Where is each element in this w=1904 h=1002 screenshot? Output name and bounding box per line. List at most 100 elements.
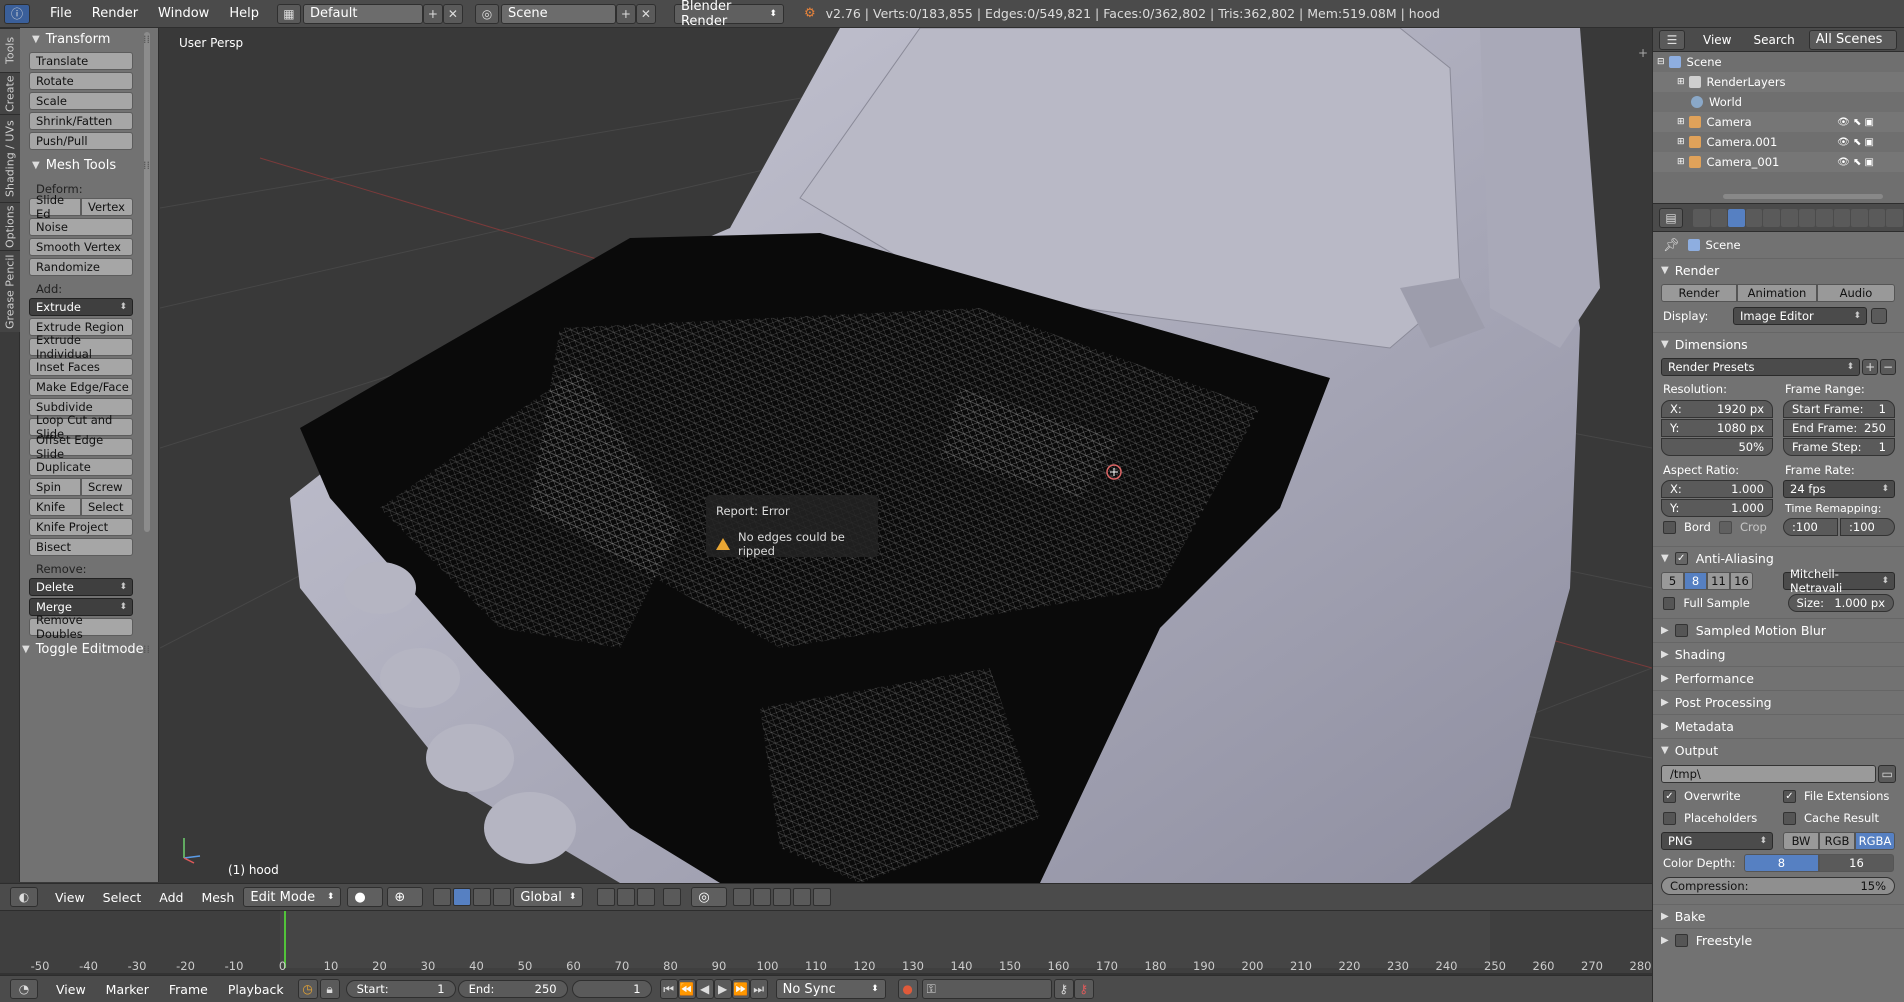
pivot-select[interactable]: ⊕ xyxy=(387,887,424,907)
knife-select-button[interactable]: Select xyxy=(81,498,133,516)
vertex-select-icon[interactable] xyxy=(597,888,616,906)
aa-samples-5[interactable]: 5 xyxy=(1661,572,1684,590)
remove-scene-icon[interactable]: ✕ xyxy=(635,3,656,24)
color-depth-16[interactable]: 16 xyxy=(1818,854,1894,872)
insert-keyframe-icon[interactable]: ⚷ xyxy=(1053,979,1074,999)
edge-select-icon[interactable] xyxy=(617,888,636,906)
material-tab-icon[interactable] xyxy=(1833,208,1851,227)
menu-mesh[interactable]: Mesh xyxy=(192,890,243,905)
toggle-editmode-panel-header[interactable]: ▼ Toggle Editmode ⁞⁞ xyxy=(20,638,150,660)
bisect-button[interactable]: Bisect xyxy=(29,538,133,556)
remove-layout-icon[interactable]: ✕ xyxy=(442,3,463,24)
snap-icon[interactable] xyxy=(733,888,752,906)
jump-start-icon[interactable]: ⏮ xyxy=(659,979,678,999)
delete-keyframe-icon[interactable]: ⚷ xyxy=(1073,979,1094,999)
frame-step-prop[interactable]: Frame Step: 1 xyxy=(1783,438,1895,456)
keying-set-field[interactable]: ⚿ xyxy=(921,979,1052,999)
aa-filter-select[interactable]: Mitchell-Netravali xyxy=(1783,567,1895,595)
outliner-row-camera-001[interactable]: ⊞ Camera.001 👁︎ ⬉ ▣ xyxy=(1653,132,1904,152)
visibility-eye-icon[interactable]: 👁︎ ⬉ ▣ xyxy=(1837,117,1874,128)
aa-samples-8[interactable]: 8 xyxy=(1684,572,1707,590)
snap-target-icon[interactable] xyxy=(773,888,792,906)
crop-checkbox[interactable] xyxy=(1719,520,1732,534)
push-pull-button[interactable]: Push/Pull xyxy=(29,132,133,150)
performance-section-header[interactable]: ▶ Performance xyxy=(1653,666,1904,690)
render-animation-icon[interactable] xyxy=(813,888,832,906)
add-layout-icon[interactable]: + xyxy=(422,3,443,24)
knife-project-button[interactable]: Knife Project xyxy=(29,518,133,536)
render-presets-select[interactable]: Render Presets xyxy=(1661,358,1861,376)
scale-button[interactable]: Scale xyxy=(29,92,133,110)
frame-rate-select[interactable]: 24 fps xyxy=(1783,480,1895,498)
outliner-view-menu[interactable]: View xyxy=(1703,33,1731,47)
outliner-scrollbar[interactable] xyxy=(1723,194,1883,199)
anti-aliasing-checkbox[interactable]: ✓ xyxy=(1674,552,1688,565)
outliner-display-mode[interactable]: All Scenes xyxy=(1808,29,1897,50)
rotate-button[interactable]: Rotate xyxy=(29,72,133,90)
grip-icon[interactable]: ⁞⁞ xyxy=(143,643,150,656)
play-icon[interactable]: ▶ xyxy=(713,979,732,999)
color-rgba-button[interactable]: RGBA xyxy=(1855,832,1895,850)
record-icon[interactable]: ● xyxy=(897,979,918,999)
slide-vertex-button[interactable]: Vertex xyxy=(81,198,133,216)
render-button[interactable]: Render xyxy=(1661,284,1737,302)
data-tab-icon[interactable] xyxy=(1816,208,1833,227)
file-format-select[interactable]: PNG xyxy=(1661,832,1773,850)
start-frame-prop[interactable]: Start Frame: 1 xyxy=(1783,400,1895,418)
remove-preset-icon[interactable]: − xyxy=(1880,359,1896,375)
menu-playback[interactable]: Playback xyxy=(218,982,294,997)
tab-options[interactable]: Options xyxy=(0,202,20,250)
grip-icon[interactable]: ⁞⁞ xyxy=(143,33,150,46)
face-select-icon[interactable] xyxy=(637,888,656,906)
animation-button[interactable]: Animation xyxy=(1737,284,1817,302)
border-checkbox[interactable] xyxy=(1663,520,1676,534)
render-icon[interactable] xyxy=(793,888,812,906)
extrude-menu[interactable]: Extrude xyxy=(29,298,133,316)
mode-select[interactable]: Edit Mode ⬍ xyxy=(243,887,342,907)
info-editor-icon[interactable]: ⓘ xyxy=(4,3,30,24)
add-scene-icon[interactable]: + xyxy=(615,3,636,24)
scale-manipulator-icon[interactable] xyxy=(493,888,512,906)
motion-blur-checkbox[interactable] xyxy=(1674,624,1688,637)
color-bw-button[interactable]: BW xyxy=(1783,832,1819,850)
physics-tab-icon[interactable] xyxy=(1886,208,1904,227)
menu-select[interactable]: Select xyxy=(94,890,151,905)
screw-button[interactable]: Screw xyxy=(81,478,133,496)
play-reverse-icon[interactable]: ◀ xyxy=(695,979,714,999)
lock-icon[interactable]: 🔒︎ xyxy=(319,979,340,999)
full-sample-checkbox[interactable] xyxy=(1663,596,1676,610)
scene-select[interactable]: Scene xyxy=(500,3,616,24)
outliner-row-camera-001b[interactable]: ⊞ Camera_001 👁︎ ⬉ ▣ xyxy=(1653,152,1904,172)
filter-size-field[interactable]: Size: 1.000 px xyxy=(1787,594,1894,612)
pin-icon[interactable]: 📌︎ xyxy=(1663,238,1680,253)
editor-type-icon[interactable]: ◐ xyxy=(10,887,38,907)
texture-tab-icon[interactable] xyxy=(1851,208,1868,227)
visibility-eye-icon[interactable]: 👁︎ ⬉ ▣ xyxy=(1837,157,1874,168)
mesh-tools-panel-header[interactable]: ▼ Mesh Tools ⁞⁞ xyxy=(20,154,158,176)
resolution-x-field[interactable]: X: 1920 px xyxy=(1661,400,1773,418)
motion-blur-section-header[interactable]: ▶ Sampled Motion Blur xyxy=(1653,618,1904,642)
layout-icon[interactable]: ▦ xyxy=(276,3,301,24)
timeline-editor-icon[interactable]: ◔ xyxy=(10,979,38,999)
display-select[interactable]: Image Editor xyxy=(1733,307,1867,325)
render-tab-icon[interactable] xyxy=(1693,208,1710,227)
orientation-select[interactable]: Global ⬍ xyxy=(513,887,584,907)
resolution-y-field[interactable]: Y: 1080 px xyxy=(1661,419,1773,437)
aa-samples-16[interactable]: 16 xyxy=(1730,572,1753,590)
region-expand-icon[interactable]: + xyxy=(1638,46,1648,60)
outliner-row-camera[interactable]: ⊞ Camera 👁︎ ⬉ ▣ xyxy=(1653,112,1904,132)
metadata-section-header[interactable]: ▶ Metadata xyxy=(1653,714,1904,738)
rotate-manipulator-icon[interactable] xyxy=(473,888,492,906)
scene-icon[interactable]: ◎ xyxy=(474,3,499,24)
dimensions-section-header[interactable]: ▼ Dimensions xyxy=(1653,332,1904,356)
object-tab-icon[interactable] xyxy=(1763,208,1780,227)
timeline[interactable]: -50 -40 -30 -20 -10 0 10 20 30 40 50 60 70 80 90 100 110… xyxy=(0,910,1652,975)
delete-menu[interactable]: Delete xyxy=(29,578,133,596)
particles-tab-icon[interactable] xyxy=(1868,208,1886,227)
placeholders-checkbox[interactable] xyxy=(1663,811,1676,825)
modifiers-tab-icon[interactable] xyxy=(1798,208,1816,227)
aa-samples-11[interactable]: 11 xyxy=(1707,572,1730,590)
outliner-row-world[interactable]: World xyxy=(1653,92,1904,112)
color-depth-8[interactable]: 8 xyxy=(1743,854,1819,872)
post-processing-section-header[interactable]: ▶ Post Processing xyxy=(1653,690,1904,714)
